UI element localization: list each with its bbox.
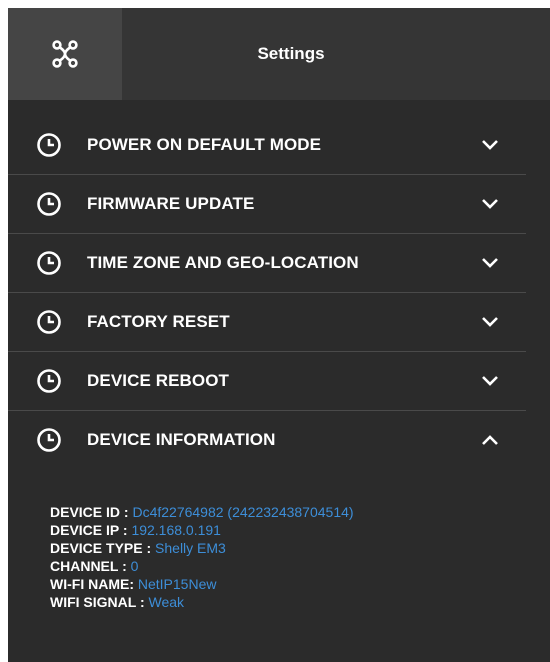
wifi-name-value: NetIP15New xyxy=(137,576,217,592)
section-device-reboot[interactable]: DEVICE REBOOT xyxy=(8,352,526,411)
section-power-on-default-mode[interactable]: POWER ON DEFAULT MODE xyxy=(8,116,526,175)
device-id-value: Dc4f22764982 (242232438704514) xyxy=(132,504,354,520)
chevron-up-icon[interactable] xyxy=(478,428,502,452)
clock-icon xyxy=(35,308,63,336)
page-title: Settings xyxy=(257,44,325,63)
device-type-label: DEVICE TYPE : xyxy=(50,540,152,556)
wifi-name-row: WI-FI NAME: NetIP15New xyxy=(50,575,526,593)
chevron-down-icon[interactable] xyxy=(478,251,502,275)
wifi-signal-row: WIFI SIGNAL : Weak xyxy=(50,593,526,611)
device-type-value: Shelly EM3 xyxy=(155,540,226,556)
device-type-row: DEVICE TYPE : Shelly EM3 xyxy=(50,539,526,557)
channel-row: CHANNEL : 0 xyxy=(50,557,526,575)
clock-icon xyxy=(35,367,63,395)
menu-button[interactable] xyxy=(8,8,122,100)
section-label: TIME ZONE AND GEO-LOCATION xyxy=(87,253,359,272)
clock-icon xyxy=(35,190,63,218)
clock-icon xyxy=(35,249,63,277)
chevron-down-icon[interactable] xyxy=(478,310,502,334)
wifi-name-label: WI-FI NAME: xyxy=(50,576,134,592)
section-time-zone[interactable]: TIME ZONE AND GEO-LOCATION xyxy=(8,234,526,293)
wifi-signal-value: Weak xyxy=(148,594,185,610)
network-nodes-icon xyxy=(52,40,78,68)
section-firmware-update[interactable]: FIRMWARE UPDATE xyxy=(8,175,526,234)
device-ip-label: DEVICE IP : xyxy=(50,522,128,538)
section-label: FACTORY RESET xyxy=(87,312,230,331)
device-id-row: DEVICE ID : Dc4f22764982 (24223243870451… xyxy=(50,503,526,521)
chevron-down-icon[interactable] xyxy=(478,369,502,393)
section-device-information[interactable]: DEVICE INFORMATION xyxy=(8,411,526,469)
device-id-label: DEVICE ID : xyxy=(50,504,129,520)
section-factory-reset[interactable]: FACTORY RESET xyxy=(8,293,526,352)
device-ip-row: DEVICE IP : 192.168.0.191 xyxy=(50,521,526,539)
clock-icon xyxy=(35,131,63,159)
section-label: DEVICE REBOOT xyxy=(87,371,230,390)
settings-sections: POWER ON DEFAULT MODE FIRMWARE UPDATE TI… xyxy=(8,116,526,611)
settings-panel: Settings POWER ON DEFAULT MODE FIRMWARE … xyxy=(8,8,550,662)
section-label: POWER ON DEFAULT MODE xyxy=(87,135,322,154)
chevron-down-icon[interactable] xyxy=(478,133,502,157)
chevron-down-icon[interactable] xyxy=(478,192,502,216)
device-ip-value: 192.168.0.191 xyxy=(131,522,221,538)
device-info-list: DEVICE ID : Dc4f22764982 (24223243870451… xyxy=(8,469,526,611)
wifi-signal-label: WIFI SIGNAL : xyxy=(50,594,145,610)
header-bar: Settings xyxy=(8,8,550,100)
clock-icon xyxy=(35,426,63,454)
channel-label: CHANNEL : xyxy=(50,558,127,574)
channel-value: 0 xyxy=(130,558,139,574)
section-label: FIRMWARE UPDATE xyxy=(87,194,255,213)
section-label: DEVICE INFORMATION xyxy=(87,430,276,449)
